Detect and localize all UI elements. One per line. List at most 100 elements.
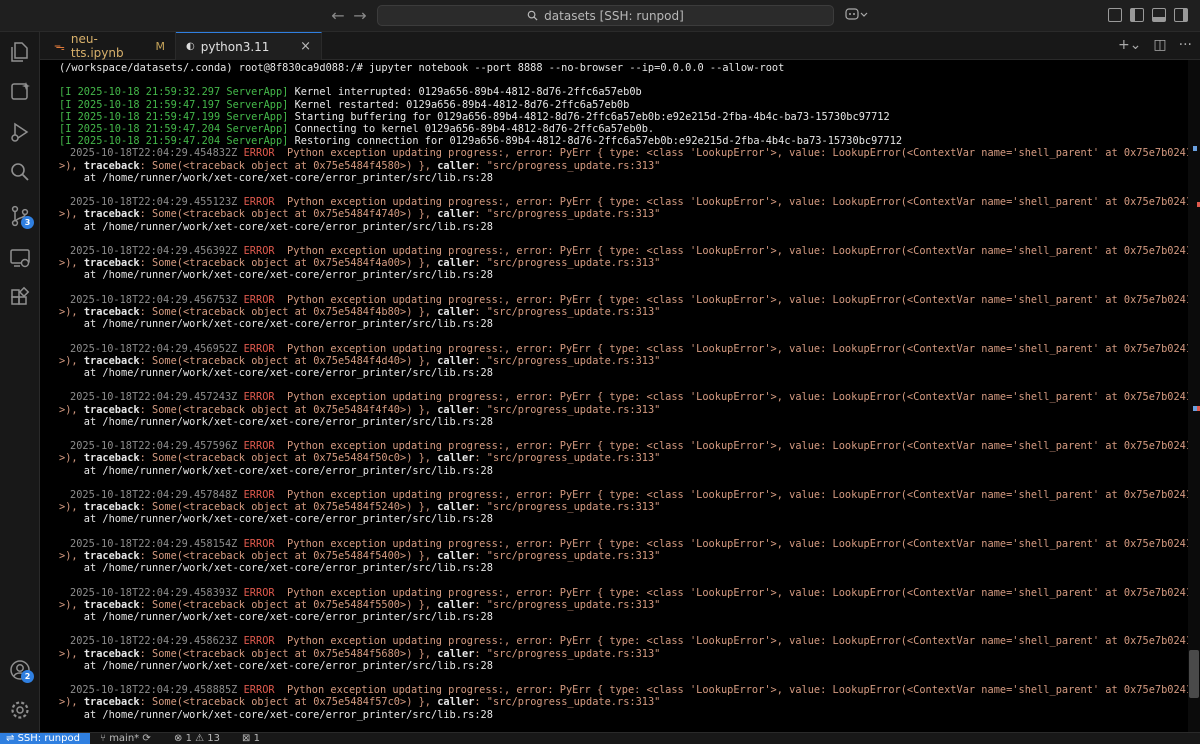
traceback-value: : Some(<traceback object at — [139, 354, 314, 367]
caller-value: : "src/progress_update.rs:313" — [474, 501, 661, 514]
split-editor-icon[interactable]: ◫ — [1153, 37, 1166, 53]
server-message: Kernel restarted: 0129a656-89b4-4812-8d7… — [288, 98, 630, 111]
shell-prompt-line: (/workspace/datasets/.conda) root@8f830c… — [59, 62, 785, 74]
back-arrow-icon[interactable]: ← — [328, 6, 348, 26]
error-timestamp: 2025-10-18T22:04:29.456753Z — [70, 293, 238, 306]
copilot-icon[interactable] — [845, 6, 871, 24]
server-log-line: [I 2025-10-18 21:59:32.297 ServerApp] Ke… — [59, 86, 642, 98]
tab-neu-tts-notebook[interactable]: ᯓ neu-tts.ipynb M — [44, 32, 176, 60]
error-continuation-line: >), traceback: Some(<traceback object at… — [59, 501, 660, 513]
traceback-address: 0x75e5484f5680>) }, — [313, 647, 438, 660]
traceback-value: : Some(<traceback object at — [139, 403, 314, 416]
error-continuation-line: >), traceback: Some(<traceback object at… — [59, 550, 660, 562]
run-debug-icon[interactable] — [8, 120, 32, 144]
traceback-value: : Some(<traceback object at — [139, 598, 314, 611]
error-location-line: at /home/runner/work/xet-core/xet-core/e… — [59, 611, 493, 623]
caller-value: : "src/progress_update.rs:313" — [474, 159, 661, 172]
error-level: ERROR — [243, 245, 275, 257]
error-log-line: 2025-10-18T22:04:29.456753Z ERROR Python… — [70, 294, 1188, 306]
error-cont-prefix: >), — [59, 452, 84, 465]
problems-indicator[interactable]: ⊗ 1 ⚠ 13 — [174, 733, 220, 744]
remote-explorer-icon[interactable] — [8, 246, 32, 270]
tab-python-terminal[interactable]: ◐ python3.11 × — [176, 32, 322, 60]
error-message: Python exception updating progress:, err… — [274, 489, 1188, 501]
error-cont-prefix: >), — [59, 159, 84, 172]
ports-indicator[interactable]: ⊠ 1 — [242, 733, 260, 744]
server-message: Connecting to kernel 0129a656-89b4-4812-… — [288, 123, 655, 135]
caller-value: : "src/progress_update.rs:313" — [474, 647, 661, 660]
editor-tab-bar: ᯓ neu-tts.ipynb M ◐ python3.11 × +⌄ ◫ ··… — [40, 32, 1200, 60]
error-level: ERROR — [243, 635, 275, 648]
server-log-line: [I 2025-10-18 21:59:47.204 ServerApp] Re… — [59, 135, 902, 147]
customize-layout-icon[interactable] — [1108, 8, 1122, 22]
caller-value: : "src/progress_update.rs:313" — [474, 257, 661, 270]
traceback-key: traceback — [83, 159, 140, 172]
error-cont-prefix: >), — [59, 696, 84, 709]
search-icon[interactable] — [8, 160, 32, 184]
terminal-scrollbar[interactable] — [1188, 60, 1200, 732]
error-message: Python exception updating progress:, err… — [274, 635, 1188, 648]
traceback-key: traceback — [83, 696, 140, 709]
gear-icon[interactable] — [8, 698, 32, 722]
error-level: ERROR — [243, 440, 275, 453]
error-message: Python exception updating progress:, err… — [274, 147, 1188, 160]
caller-key: caller — [437, 306, 475, 318]
source-control-badge: 3 — [21, 216, 34, 229]
error-message: Python exception updating progress:, err… — [274, 684, 1188, 697]
error-message: Python exception updating progress:, err… — [274, 586, 1188, 599]
server-message: Kernel interrupted: 0129a656-89b4-4812-8… — [288, 86, 642, 99]
error-continuation-line: >), traceback: Some(<traceback object at… — [59, 355, 660, 367]
branch-indicator[interactable]: ⑂ main* ⟳ — [100, 733, 151, 744]
error-timestamp: 2025-10-18T22:04:29.457243Z — [70, 391, 238, 404]
caller-key: caller — [437, 598, 475, 611]
error-level: ERROR — [243, 293, 275, 306]
toggle-panel-icon[interactable] — [1152, 8, 1166, 22]
sparkle-icon[interactable] — [8, 80, 32, 104]
status-bar: ⇌ SSH: runpod ⑂ main* ⟳ ⊗ 1 ⚠ 13 ⊠ 1 — [0, 732, 1200, 744]
caller-key: caller — [437, 208, 475, 221]
modified-indicator: M — [155, 39, 166, 53]
error-level: ERROR — [243, 391, 275, 404]
toggle-primary-sidebar-icon[interactable] — [1130, 8, 1144, 22]
error-message: Python exception updating progress:, err… — [274, 537, 1188, 550]
error-continuation-line: >), traceback: Some(<traceback object at… — [59, 306, 660, 318]
error-location-line: at /home/runner/work/xet-core/xet-core/e… — [59, 367, 493, 379]
title-bar: ← → datasets [SSH: runpod] — [0, 0, 1200, 32]
close-icon[interactable]: × — [300, 39, 311, 54]
server-message: Starting buffering for 0129a656-89b4-481… — [288, 110, 890, 123]
error-cont-prefix: >), — [59, 403, 84, 416]
terminal-output[interactable]: (/workspace/datasets/.conda) root@8f830c… — [40, 60, 1188, 732]
extensions-icon[interactable] — [8, 286, 32, 310]
error-log-line: 2025-10-18T22:04:29.456392Z ERROR Python… — [70, 245, 1188, 257]
error-message: Python exception updating progress:, err… — [274, 440, 1188, 453]
error-cont-prefix: >), — [59, 598, 84, 611]
caller-value: : "src/progress_update.rs:313" — [474, 306, 661, 318]
error-log-line: 2025-10-18T22:04:29.458623Z ERROR Python… — [70, 635, 1188, 647]
error-message: Python exception updating progress:, err… — [274, 196, 1188, 209]
error-cont-prefix: >), — [59, 501, 84, 514]
error-timestamp: 2025-10-18T22:04:29.454832Z — [70, 147, 238, 160]
server-tag: [I 2025-10-18 21:59:47.197 ServerApp] — [59, 98, 289, 111]
new-terminal-icon[interactable]: +⌄ — [1118, 37, 1141, 53]
forward-arrow-icon[interactable]: → — [350, 6, 370, 26]
traceback-key: traceback — [83, 550, 140, 562]
traceback-address: 0x75e5484f4d40>) }, — [313, 354, 438, 367]
error-timestamp: 2025-10-18T22:04:29.458393Z — [70, 586, 238, 599]
error-timestamp: 2025-10-18T22:04:29.458154Z — [70, 537, 238, 550]
explorer-icon[interactable] — [8, 40, 32, 64]
traceback-value: : Some(<traceback object at — [139, 257, 314, 270]
error-level: ERROR — [243, 586, 275, 599]
caller-value: : "src/progress_update.rs:313" — [474, 452, 661, 465]
traceback-address: 0x75e5484f5400>) }, — [313, 550, 438, 562]
error-location-line: at /home/runner/work/xet-core/xet-core/e… — [59, 318, 493, 331]
remote-indicator[interactable]: ⇌ SSH: runpod — [0, 733, 90, 744]
caller-key: caller — [437, 354, 475, 367]
command-center-search[interactable]: datasets [SSH: runpod] — [377, 5, 834, 26]
scrollbar-thumb[interactable] — [1189, 650, 1199, 698]
error-log-line: 2025-10-18T22:04:29.456952Z ERROR Python… — [70, 343, 1188, 355]
error-message: Python exception updating progress:, err… — [274, 391, 1188, 404]
search-icon — [527, 10, 538, 21]
more-actions-icon[interactable]: ··· — [1179, 37, 1192, 53]
toggle-secondary-sidebar-icon[interactable] — [1174, 8, 1188, 22]
error-timestamp: 2025-10-18T22:04:29.457596Z — [70, 440, 238, 453]
